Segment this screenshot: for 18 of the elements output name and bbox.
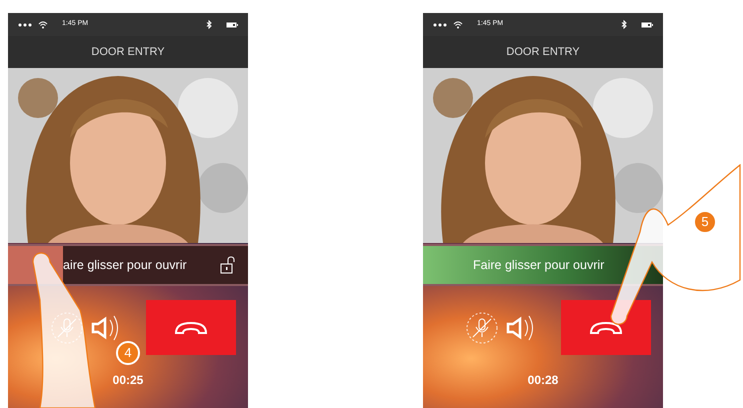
bluetooth-icon — [621, 20, 627, 29]
hang-up-icon — [589, 320, 623, 336]
call-timer: 00:28 — [526, 372, 560, 389]
signal-icon — [18, 22, 32, 26]
battery-icon — [641, 22, 653, 28]
bluetooth-icon — [206, 20, 212, 29]
unlock-slider[interactable]: aire glisser pour ouvrir — [8, 244, 248, 286]
hang-up-button[interactable] — [146, 300, 236, 355]
slider-label: Faire glisser pour ouvrir — [473, 256, 604, 274]
wifi-icon — [38, 20, 48, 28]
signal-icon — [433, 22, 447, 26]
wifi-icon — [453, 20, 463, 28]
slider-label: aire glisser pour ouvrir — [63, 256, 187, 274]
hang-up-icon — [174, 320, 208, 336]
call-timer: 00:25 — [112, 372, 144, 389]
hang-up-button[interactable] — [561, 300, 651, 355]
muted-microphone-icon[interactable] — [465, 310, 499, 344]
battery-icon — [226, 22, 238, 28]
